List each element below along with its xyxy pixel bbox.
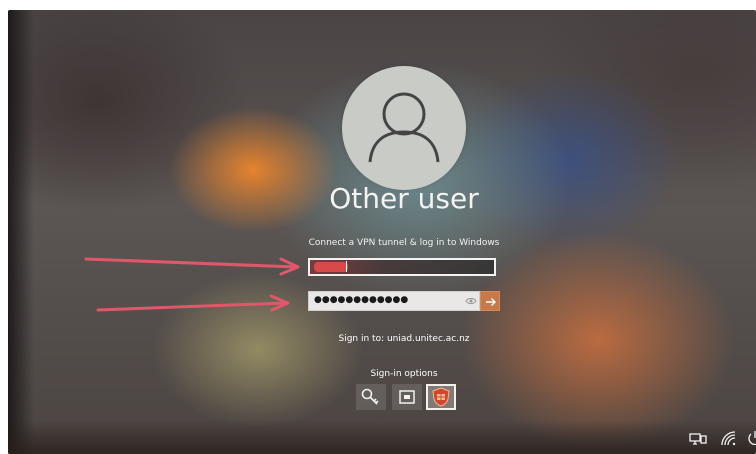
certificate-icon	[432, 387, 450, 407]
sign-in-options-label: Sign-in options	[370, 369, 438, 379]
password-field[interactable]: ●●●●●●●●●●●●	[308, 291, 480, 311]
username-input[interactable]	[310, 260, 494, 274]
password-row: ●●●●●●●●●●●●	[308, 291, 500, 311]
vpn-connect-label: Connect a VPN tunnel & log in to Windows	[308, 238, 500, 248]
password-value: ●●●●●●●●●●●●	[314, 295, 409, 305]
wifi-icon[interactable]	[720, 430, 738, 446]
eye-icon[interactable]	[465, 296, 477, 306]
sign-in-domain-text: Sign in to: uniad.unitec.ac.nz	[338, 334, 470, 344]
photo-frame: Other user Connect a VPN tunnel & log in…	[0, 0, 756, 454]
power-icon[interactable]	[746, 430, 756, 446]
screen-bottom-shadow	[8, 420, 756, 454]
screen-edge-shadow	[8, 10, 34, 454]
pin-icon	[399, 390, 415, 404]
arrow-right-icon	[486, 298, 496, 306]
username-title: Other user	[329, 182, 479, 215]
lock-screen: Other user Connect a VPN tunnel & log in…	[8, 10, 756, 454]
username-field[interactable]	[308, 258, 496, 276]
user-avatar-icon	[342, 66, 466, 190]
submit-button[interactable]	[480, 291, 500, 311]
sign-in-option-certificate[interactable]	[426, 384, 456, 410]
sign-in-option-password[interactable]	[356, 384, 386, 410]
sign-in-option-pin[interactable]	[392, 384, 422, 410]
network-icon[interactable]	[689, 432, 707, 446]
key-icon	[361, 388, 379, 405]
